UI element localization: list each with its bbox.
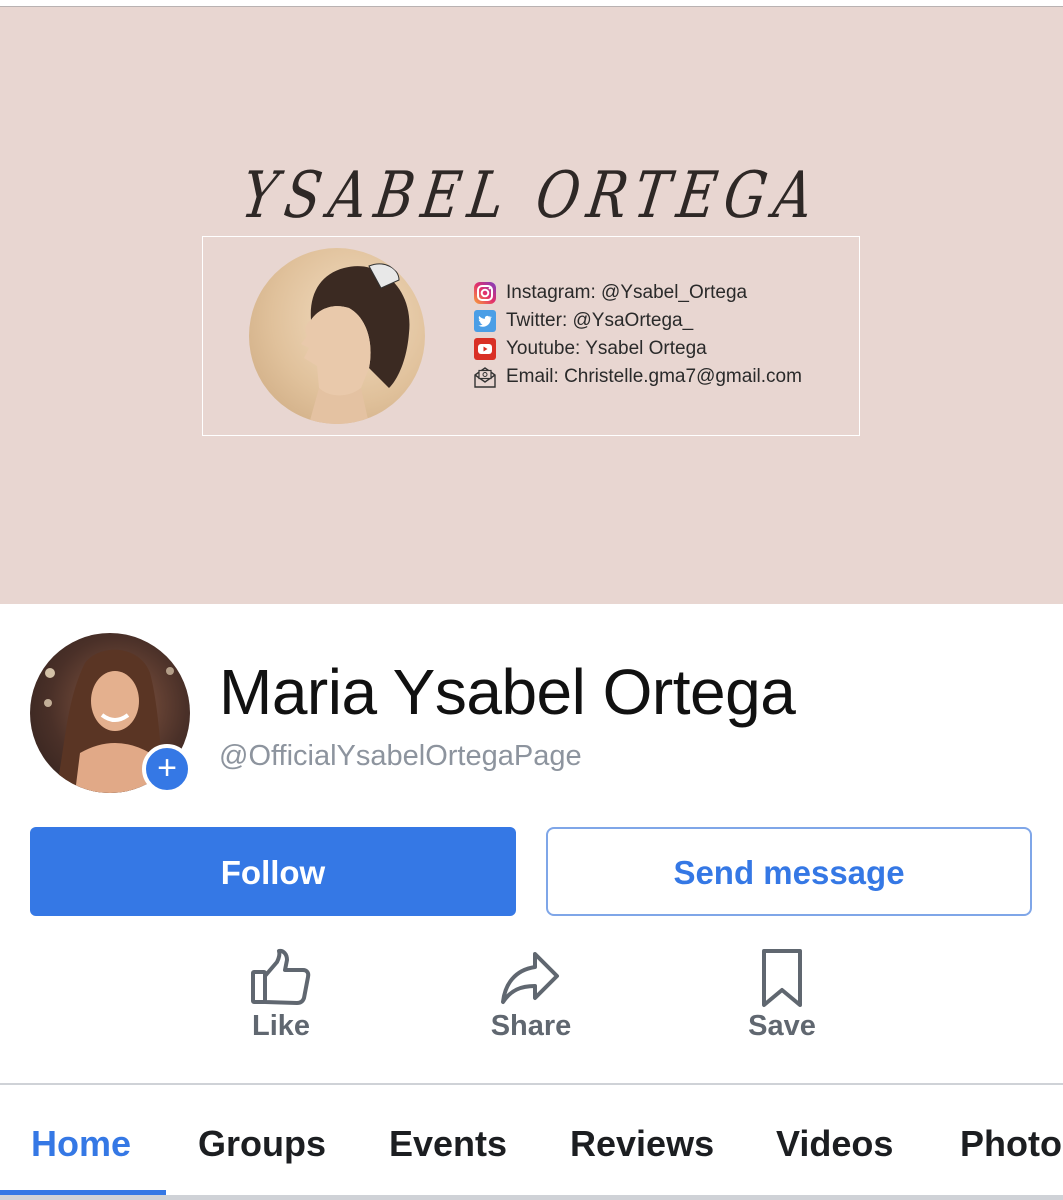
cover-title: YSABEL ORTEGA (237, 159, 826, 233)
contact-email-text: Email: Christelle.gma7@gmail.com (506, 366, 802, 387)
youtube-icon (474, 338, 496, 360)
cover-contact-card: Instagram: @Ysabel_Ortega Twitter: @YsaO… (202, 236, 860, 436)
contact-youtube-text: Youtube: Ysabel Ortega (506, 338, 707, 359)
contact-youtube: Youtube: Ysabel Ortega (473, 335, 802, 363)
add-profile-photo-button[interactable]: + (142, 744, 192, 794)
tab-reviews[interactable]: Reviews (570, 1123, 714, 1165)
contact-twitter: Twitter: @YsaOrtega_ (473, 307, 802, 335)
cover-photo[interactable]: YSABEL ORTEGA Instagram: @Ysabel_Ortega (0, 7, 1063, 604)
tab-photos[interactable]: Photo (960, 1123, 1062, 1165)
send-message-button[interactable]: Send message (546, 827, 1032, 916)
instagram-icon (474, 282, 496, 304)
contact-email: Email: Christelle.gma7@gmail.com (473, 363, 802, 391)
page-username: @OfficialYsabelOrtegaPage (219, 740, 582, 772)
share-label: Share (490, 1010, 572, 1042)
thumbs-up-icon (251, 948, 311, 1005)
like-label: Like (251, 1010, 311, 1042)
page-title: Maria Ysabel Ortega (219, 656, 796, 728)
contact-instagram: Instagram: @Ysabel_Ortega (473, 279, 802, 307)
tab-events[interactable]: Events (389, 1123, 507, 1165)
contact-twitter-text: Twitter: @YsaOrtega_ (506, 310, 694, 331)
portrait-illustration (301, 263, 410, 424)
cover-portrait-image (249, 248, 425, 424)
follow-button[interactable]: Follow (30, 827, 516, 916)
page-tabs: Home Groups Events Reviews Videos Photo (0, 1085, 1063, 1200)
tab-home[interactable]: Home (31, 1123, 131, 1165)
tabs-bottom-border (0, 1195, 1063, 1200)
tab-groups[interactable]: Groups (198, 1123, 326, 1165)
twitter-icon (474, 310, 496, 332)
tab-videos[interactable]: Videos (776, 1123, 893, 1165)
share-action[interactable]: Share (451, 948, 611, 1043)
save-label: Save (748, 1010, 816, 1042)
contact-instagram-text: Instagram: @Ysabel_Ortega (506, 282, 748, 303)
contact-list: Instagram: @Ysabel_Ortega Twitter: @YsaO… (473, 279, 802, 391)
bookmark-icon (762, 949, 802, 1007)
share-arrow-icon (501, 952, 559, 1004)
email-icon (474, 367, 496, 388)
save-action[interactable]: Save (702, 948, 862, 1043)
like-action[interactable]: Like (201, 948, 361, 1043)
top-border (0, 0, 1063, 7)
